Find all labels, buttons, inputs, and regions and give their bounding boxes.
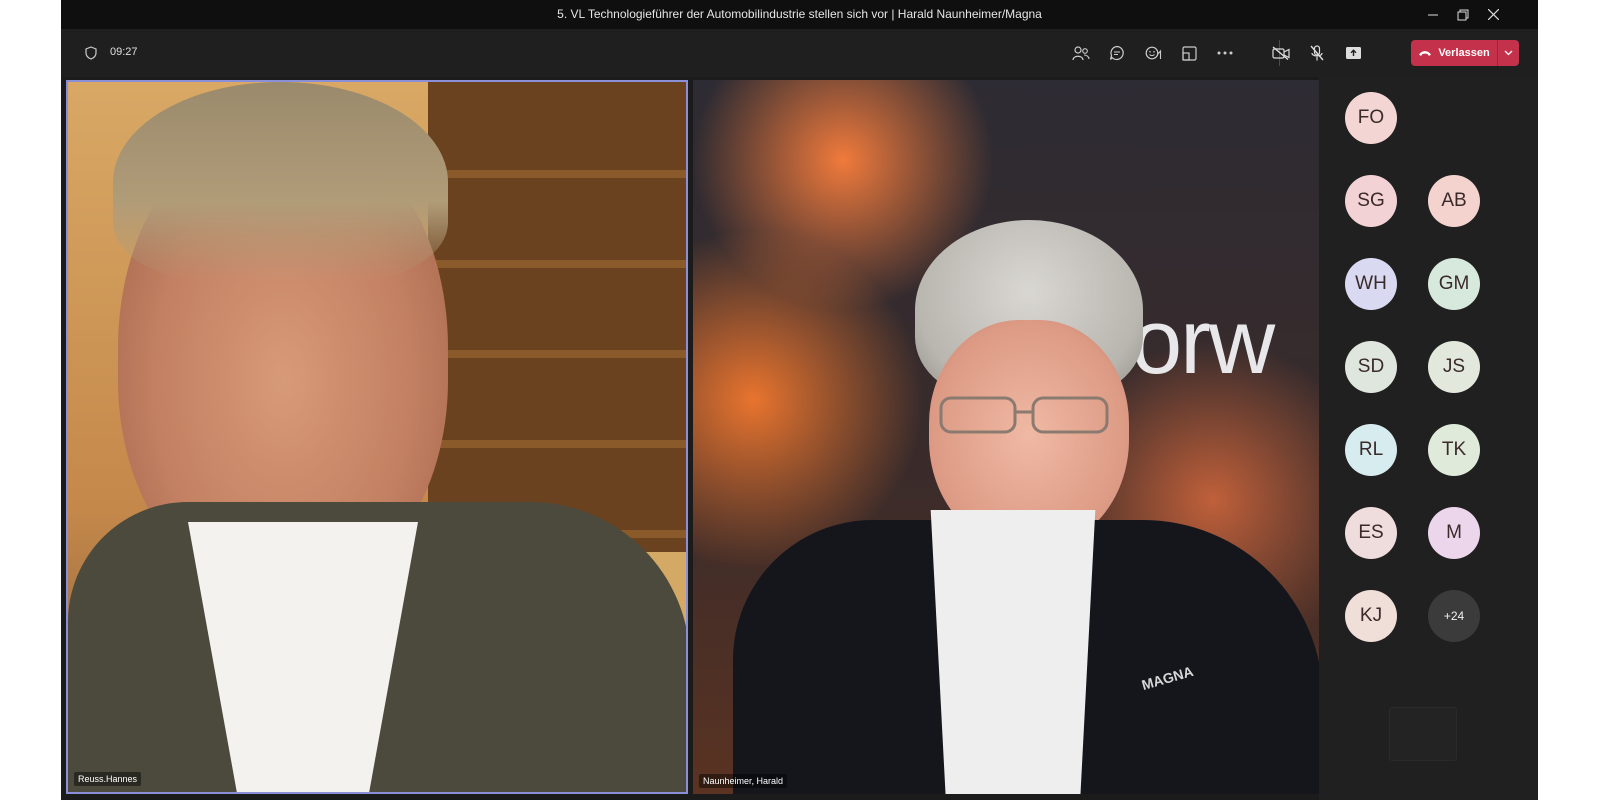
avatar[interactable]: M [1428,507,1480,559]
avatar[interactable]: GM [1428,258,1480,310]
avatar[interactable]: KJ [1345,590,1397,642]
chat-icon [1109,45,1124,61]
close-button[interactable] [1478,0,1508,29]
window-title: 5. VL Technologieführer der Automobilind… [557,7,1042,21]
chevron-down-icon [1504,50,1513,56]
teams-meeting-window: 5. VL Technologieführer der Automobilind… [61,0,1538,800]
shelf-board [428,350,686,358]
participant-gallery: FO SG AB WH GM SD JS RL TK ES M KJ +24 [1319,77,1538,800]
avatar[interactable]: JS [1428,341,1480,393]
participant-name-label: Reuss.Hannes [74,772,142,786]
more-actions-button[interactable] [1209,37,1241,69]
shelf-board [428,440,686,448]
people-icon [1072,46,1090,61]
minimize-icon [1428,14,1438,15]
avatar[interactable]: WH [1345,258,1397,310]
video-tile-reuss-hannes[interactable]: Reuss.Hannes [66,80,688,794]
avatar-initials: ES [1358,522,1384,543]
avatar[interactable]: AB [1428,175,1480,227]
share-tray-icon [1345,47,1361,59]
avatar[interactable]: RL [1345,424,1397,476]
avatar[interactable]: SG [1345,175,1397,227]
meeting-toolbar: 09:27 Verlassen [61,29,1538,77]
avatar[interactable]: SD [1345,341,1397,393]
restore-button[interactable] [1448,0,1478,29]
shield-icon [85,46,97,60]
meeting-timer: 09:27 [110,46,138,58]
person-shirt [930,510,1096,794]
hang-up-icon [1419,51,1432,56]
restore-icon [1457,9,1469,20]
self-view-placeholder [1389,707,1457,761]
camera-toggle-button[interactable] [1265,37,1297,69]
leave-button[interactable]: Verlassen [1411,40,1519,66]
meeting-info-button[interactable] [75,37,107,69]
avatar-initials: SG [1357,190,1385,211]
microphone-toggle-button[interactable] [1301,37,1333,69]
avatar[interactable]: FO [1345,92,1397,144]
person-hair [113,82,448,282]
more-participants-count: +24 [1443,609,1465,623]
title-bar: 5. VL Technologieführer der Automobilind… [61,0,1538,29]
avatar-initials: AB [1441,190,1467,211]
rooms-button[interactable] [1173,37,1205,69]
minimize-button[interactable] [1418,0,1448,29]
avatar-initials: FO [1357,107,1385,128]
avatar-initials: GM [1438,273,1470,294]
shelf-board [428,260,686,268]
avatar[interactable]: ES [1345,507,1397,559]
avatar-initials: TK [1441,439,1467,460]
reactions-button[interactable] [1137,37,1169,69]
avatar-initials: RL [1358,439,1384,460]
avatar-initials: WH [1355,273,1387,294]
participant-name-label: Naunheimer, Harald [699,774,788,788]
avatar-initials: M [1446,522,1462,543]
avatar[interactable]: TK [1428,424,1480,476]
leave-label: Verlassen [1438,47,1490,59]
close-icon [1487,9,1499,20]
camera-off-icon [1272,46,1290,60]
share-screen-button[interactable] [1337,37,1369,69]
breakout-rooms-icon [1181,45,1197,61]
shelf-board [428,170,686,178]
avatar-initials: KJ [1359,605,1383,626]
avatar-initials: JS [1442,356,1466,377]
avatar-initials: SD [1357,356,1385,377]
leave-options-button[interactable] [1498,40,1519,66]
participants-button[interactable] [1065,37,1097,69]
video-tile-naunheimer-harald[interactable]: orw MAGNA Naunheimer, Harald [693,80,1323,794]
glasses-icon [939,396,1109,434]
raise-hand-icon [1145,46,1161,60]
backdrop-text: orw [1131,291,1275,393]
chat-button[interactable] [1101,37,1133,69]
microphone-off-icon [1310,44,1324,60]
leave-main-button[interactable]: Verlassen [1411,40,1497,66]
more-participants-button[interactable]: +24 [1428,590,1480,642]
more-icon [1217,51,1233,55]
